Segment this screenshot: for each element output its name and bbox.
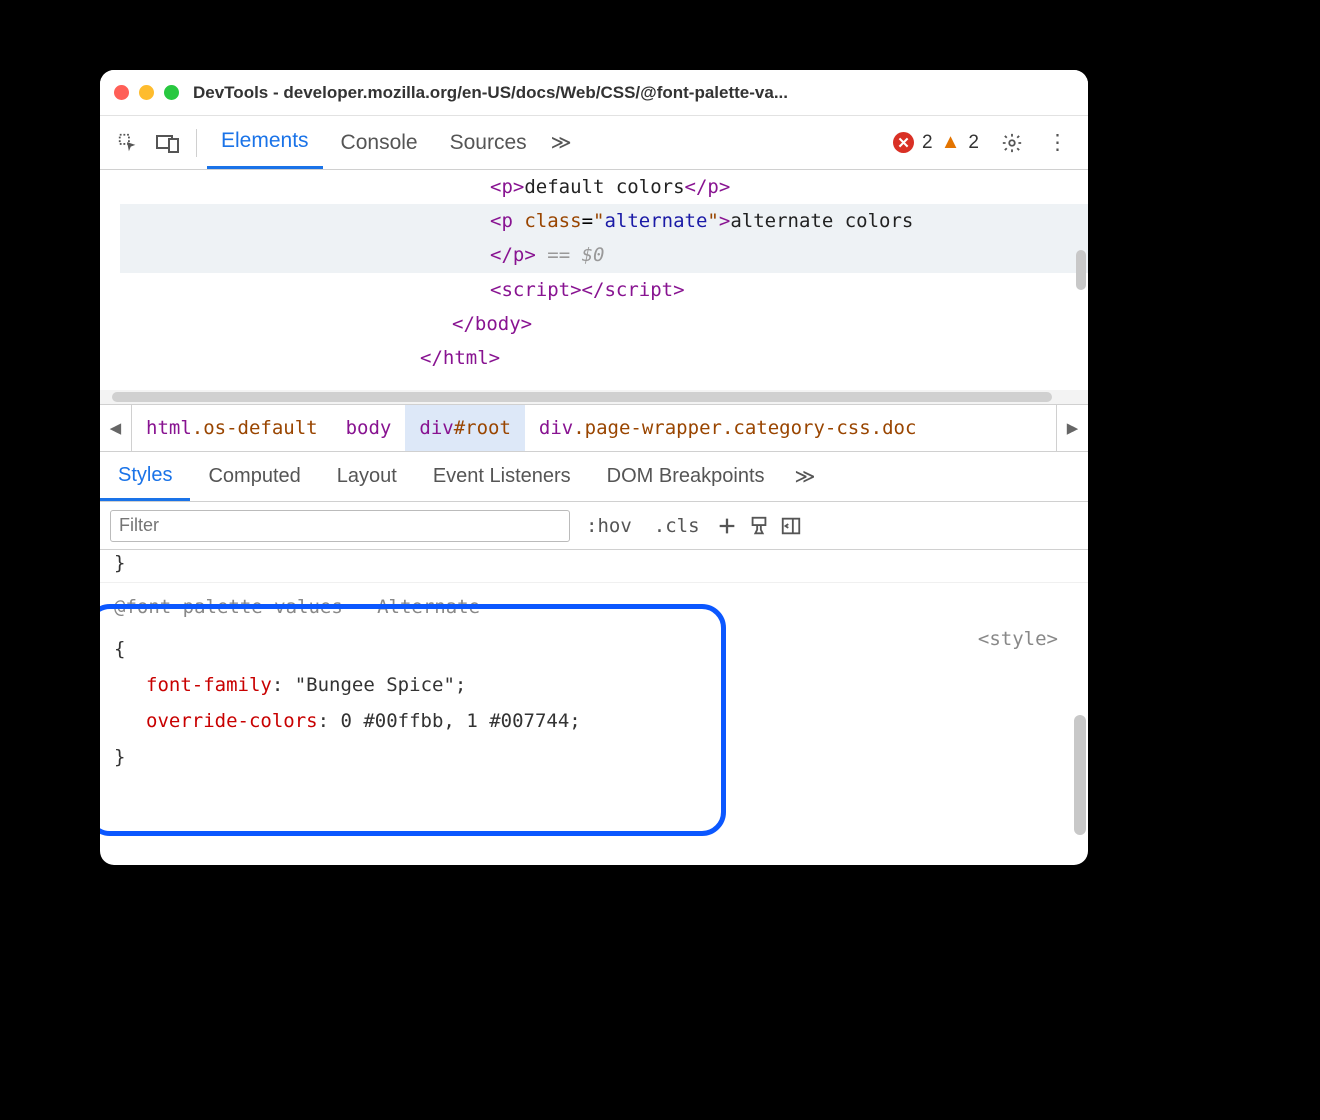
close-icon[interactable] (114, 85, 129, 100)
error-warning-badges[interactable]: ✕ 2 ▲ 2 (893, 131, 979, 154)
dom-node[interactable]: </body> (120, 307, 1088, 341)
panel-toggle-icon[interactable] (780, 515, 802, 537)
kebab-icon[interactable]: ⋮ (1037, 130, 1078, 155)
traffic-lights (114, 85, 179, 100)
titlebar: DevTools - developer.mozilla.org/en-US/d… (100, 70, 1088, 116)
scrollbar-horizontal[interactable] (100, 390, 1088, 404)
warning-icon: ▲ (941, 131, 961, 154)
dom-tree[interactable]: <p>default colors</p> <p class="alternat… (100, 170, 1088, 390)
device-toggle-icon[interactable] (150, 133, 186, 153)
toolbar-divider (196, 129, 197, 157)
tab-console[interactable]: Console (327, 116, 432, 169)
css-brace: } (114, 739, 1074, 775)
minimize-icon[interactable] (139, 85, 154, 100)
new-style-rule-icon[interactable] (716, 515, 738, 537)
styles-content[interactable]: } @font-palette-values --Alternate { fon… (100, 550, 1088, 865)
css-rule[interactable]: @font-palette-values --Alternate { font-… (100, 582, 1088, 785)
styles-toolbar: :hov .cls (100, 502, 1088, 550)
tab-event-listeners[interactable]: Event Listeners (415, 452, 589, 501)
more-tabs-icon[interactable]: ≫ (545, 130, 578, 155)
tab-layout[interactable]: Layout (319, 452, 415, 501)
scrollbar-vertical[interactable] (1076, 250, 1086, 290)
cls-toggle[interactable]: .cls (648, 515, 706, 537)
css-selector[interactable]: @font-palette-values --Alternate (114, 589, 1074, 625)
dom-node[interactable]: <script></script> (120, 273, 1088, 307)
error-count: 2 (922, 132, 933, 154)
scrollbar-vertical[interactable] (1074, 715, 1086, 835)
inspect-element-icon[interactable] (110, 132, 146, 154)
tab-sources[interactable]: Sources (436, 116, 541, 169)
breadcrumb-prev-icon[interactable]: ◀ (100, 405, 132, 451)
breadcrumb-item[interactable]: html.os-default (132, 405, 332, 451)
filter-input[interactable] (110, 510, 570, 542)
breadcrumb-item-active[interactable]: div#root (405, 405, 525, 451)
tab-styles[interactable]: Styles (100, 452, 190, 501)
dom-node-selected[interactable]: <p class="alternate">alternate colors (120, 204, 1088, 238)
style-origin[interactable]: <style> (978, 628, 1058, 650)
devtools-window: DevTools - developer.mozilla.org/en-US/d… (100, 70, 1088, 865)
main-toolbar: Elements Console Sources ≫ ✕ 2 ▲ 2 ⋮ (100, 116, 1088, 170)
tab-computed[interactable]: Computed (190, 452, 318, 501)
error-icon: ✕ (893, 132, 914, 153)
maximize-icon[interactable] (164, 85, 179, 100)
css-declaration[interactable]: override-colors: 0 #00ffbb, 1 #007744; (114, 703, 1074, 739)
gear-icon[interactable] (991, 132, 1033, 154)
tab-elements[interactable]: Elements (207, 116, 323, 169)
breadcrumb-item[interactable]: div.page-wrapper.category-css.doc (525, 405, 931, 451)
css-declaration[interactable]: font-family: "Bungee Spice"; (114, 667, 1074, 703)
hov-toggle[interactable]: :hov (580, 515, 638, 537)
dom-node[interactable]: </html> (120, 341, 1088, 375)
css-brace: { (114, 631, 1074, 667)
dom-node[interactable]: <p>default colors</p> (120, 170, 1088, 204)
breadcrumb: ◀ html.os-default body div#root div.page… (100, 404, 1088, 452)
window-title: DevTools - developer.mozilla.org/en-US/d… (193, 83, 788, 103)
dom-node-selected-close[interactable]: </p> == $0 (120, 238, 1088, 272)
styles-tabs: Styles Computed Layout Event Listeners D… (100, 452, 1088, 502)
tab-dom-breakpoints[interactable]: DOM Breakpoints (589, 452, 783, 501)
warning-count: 2 (968, 132, 979, 154)
breadcrumb-next-icon[interactable]: ▶ (1056, 405, 1088, 451)
breadcrumb-item[interactable]: body (332, 405, 406, 451)
css-brace: } (114, 552, 125, 574)
paint-brush-icon[interactable] (748, 515, 770, 537)
more-styles-tabs-icon[interactable]: ≫ (783, 464, 828, 489)
